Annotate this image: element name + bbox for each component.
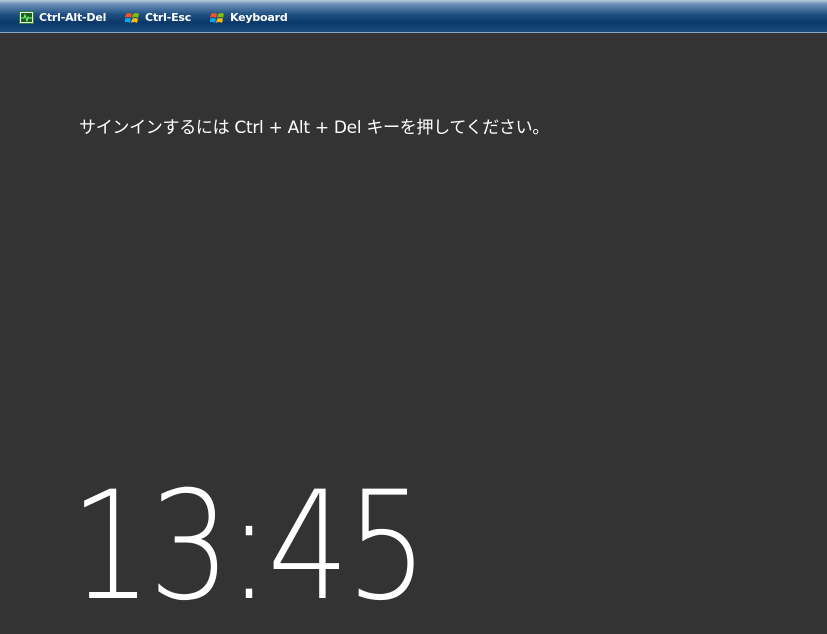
keyboard-label: Keyboard: [230, 10, 288, 24]
monitor-pulse-icon: [19, 10, 34, 24]
ctrl-alt-del-label: Ctrl-Alt-Del: [39, 10, 107, 24]
lock-screen-clock: 13:45: [70, 460, 428, 634]
ctrl-esc-label: Ctrl-Esc: [145, 10, 192, 24]
ctrl-esc-button[interactable]: Ctrl-Esc: [124, 9, 192, 25]
keyboard-button[interactable]: Keyboard: [209, 9, 288, 25]
sign-in-prompt: サインインするには Ctrl + Alt + Del キーを押してください。: [79, 118, 550, 138]
ctrl-alt-del-button[interactable]: Ctrl-Alt-Del: [19, 9, 106, 25]
windows-logo-icon: [209, 10, 225, 24]
windows-logo-icon: [124, 10, 140, 24]
remote-session-toolbar: Ctrl-Alt-Del Ctrl-Esc Keyboard: [0, 0, 827, 33]
